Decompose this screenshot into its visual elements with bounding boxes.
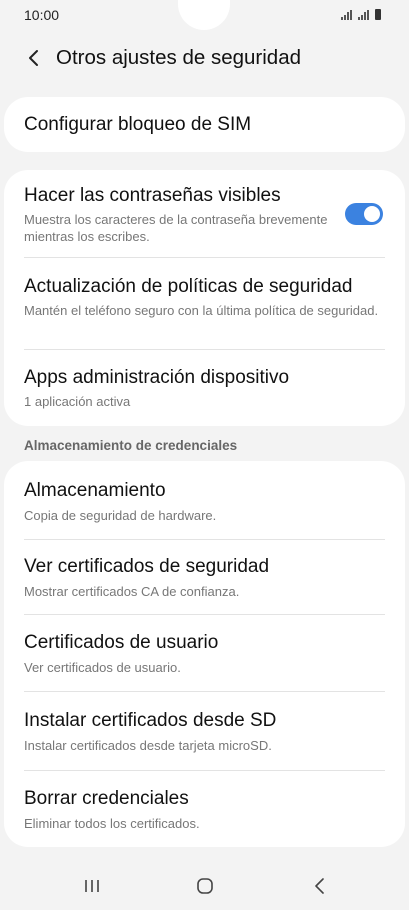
view-certificates-subtitle: Mostrar certificados CA de confianza. (24, 584, 240, 599)
system-nav-bar (0, 862, 409, 910)
install-certificates-item[interactable]: Instalar certificados desde SD Instalar … (24, 710, 385, 754)
credentials-section-label: Almacenamiento de credenciales (24, 438, 238, 453)
divider (24, 257, 385, 258)
security-policy-subtitle: Mantén el teléfono seguro con la última … (24, 303, 379, 318)
security-policy-title: Actualización de políticas de seguridad (24, 276, 353, 297)
nav-back-icon[interactable] (308, 876, 332, 896)
show-passwords-item[interactable]: Hacer las contraseñas visibles Muestra l… (24, 185, 335, 245)
user-certificates-item[interactable]: Certificados de usuario Ver certificados… (24, 632, 385, 676)
divider (24, 691, 385, 692)
signal-icon-2 (358, 10, 369, 20)
clear-credentials-title: Borrar credenciales (24, 788, 189, 809)
divider (24, 614, 385, 615)
chevron-left-icon[interactable] (24, 46, 44, 70)
show-passwords-title: Hacer las contraseñas visibles (24, 185, 281, 206)
status-icons (341, 9, 381, 20)
battery-icon (375, 9, 381, 20)
sim-card: Configurar bloqueo de SIM (4, 97, 405, 152)
status-bar: 10:00 (0, 0, 409, 30)
app-bar: Otros ajustes de seguridad (0, 40, 409, 76)
install-certificates-subtitle: Instalar certificados desde tarjeta micr… (24, 738, 272, 753)
divider (24, 539, 385, 540)
page-title: Otros ajustes de seguridad (56, 46, 301, 69)
signal-icon (341, 10, 352, 20)
view-certificates-item[interactable]: Ver certificados de seguridad Mostrar ce… (24, 556, 385, 600)
divider (24, 349, 385, 350)
device-admin-title: Apps administración dispositivo (24, 367, 290, 388)
status-time: 10:00 (24, 7, 60, 23)
camera-notch (178, 0, 230, 30)
device-admin-subtitle: 1 aplicación activa (24, 394, 131, 409)
sim-lock-title: Configurar bloqueo de SIM (24, 114, 252, 135)
recents-icon[interactable] (80, 876, 104, 896)
divider (24, 770, 385, 771)
show-passwords-toggle[interactable] (345, 203, 383, 225)
credentials-card: Almacenamiento Copia de seguridad de har… (4, 461, 405, 847)
storage-title: Almacenamiento (24, 480, 166, 501)
storage-subtitle: Copia de seguridad de hardware. (24, 508, 217, 523)
sim-lock-item[interactable]: Configurar bloqueo de SIM (24, 114, 385, 136)
view-certificates-title: Ver certificados de seguridad (24, 556, 270, 577)
security-card: Hacer las contraseñas visibles Muestra l… (4, 170, 405, 426)
clear-credentials-item[interactable]: Borrar credenciales Eliminar todos los c… (24, 788, 385, 832)
clear-credentials-subtitle: Eliminar todos los certificados. (24, 816, 200, 831)
home-icon[interactable] (193, 876, 217, 896)
device-admin-item[interactable]: Apps administración dispositivo 1 aplica… (24, 367, 385, 410)
user-certificates-title: Certificados de usuario (24, 632, 219, 653)
security-policy-item[interactable]: Actualización de políticas de seguridad … (24, 276, 385, 319)
toggle-knob (364, 206, 380, 222)
storage-item[interactable]: Almacenamiento Copia de seguridad de har… (24, 480, 385, 524)
user-certificates-subtitle: Ver certificados de usuario. (24, 660, 181, 675)
install-certificates-title: Instalar certificados desde SD (24, 710, 277, 731)
show-passwords-subtitle: Muestra los caracteres de la contraseña … (24, 212, 328, 244)
